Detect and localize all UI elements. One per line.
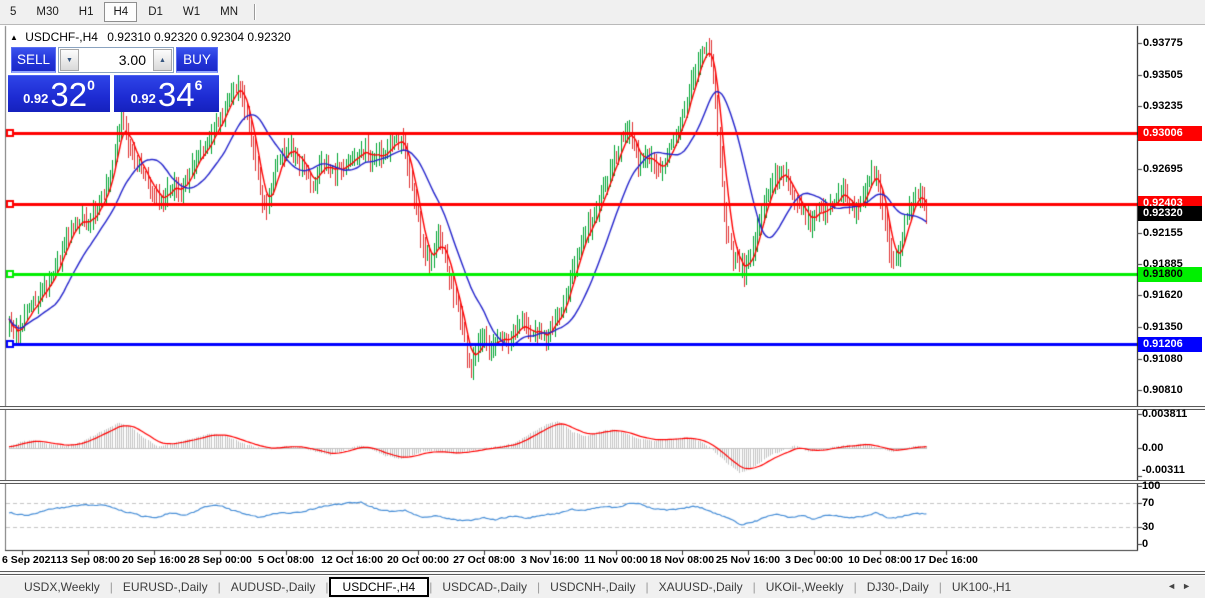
timeframe-button-h1[interactable]: H1	[70, 2, 103, 22]
volume-spinner: ▼ 3.00 ▲	[58, 47, 174, 73]
chart-tab-bar: USDX,Weekly|EURUSD-,Daily|AUDUSD-,Daily|…	[0, 575, 1205, 598]
chart-tab-audusd-daily[interactable]: AUDUSD-,Daily	[221, 578, 326, 596]
tab-scroll-left-button[interactable]: ◄	[1167, 581, 1182, 591]
timeframe-button-h4[interactable]: H4	[104, 2, 137, 22]
timeframe-button-mn[interactable]: MN	[211, 2, 247, 22]
chart-tab-usdchf-h4[interactable]: USDCHF-,H4	[329, 577, 430, 597]
volume-increase-button[interactable]: ▲	[153, 49, 172, 71]
timeframe-button-5[interactable]: 5	[1, 2, 25, 22]
timeframe-toolbar: 5M30H1H4D1W1MN	[0, 0, 1205, 25]
buy-button[interactable]: BUY	[176, 47, 218, 73]
chart-tab-xauusd-daily[interactable]: XAUUSD-,Daily	[649, 578, 753, 596]
sell-price-prefix: 0.92	[23, 91, 48, 106]
sell-price-pipette: 0	[87, 77, 95, 93]
chart-symbol-label: USDCHF-,H4	[25, 30, 98, 44]
timeframe-button-w1[interactable]: W1	[174, 2, 209, 22]
chart-ohlc-header: ▲ USDCHF-,H4 0.92310 0.92320 0.92304 0.9…	[10, 30, 291, 44]
mt4-window: 5M30H1H4D1W1MN ▲ USDCHF-,H4 0.92310 0.92…	[0, 0, 1205, 598]
pane-separator[interactable]	[0, 480, 1205, 484]
chart-tab-usdcad-daily[interactable]: USDCAD-,Daily	[432, 578, 537, 596]
buy-button-label: BUY	[183, 52, 211, 67]
one-click-trading-panel: SELL ▼ 3.00 ▲ BUY 0.92 32 0 0.92 34 6	[8, 45, 220, 113]
volume-decrease-button[interactable]: ▼	[60, 49, 79, 71]
sell-button-label: SELL	[17, 52, 50, 67]
buy-price-prefix: 0.92	[131, 91, 156, 106]
tab-scroll-right-button[interactable]: ►	[1182, 581, 1197, 591]
buy-price-pipette: 6	[195, 77, 203, 93]
volume-input[interactable]: 3.00	[80, 48, 152, 72]
chart-tab-uk100-h1[interactable]: UK100-,H1	[942, 578, 1021, 596]
chart-tab-eurusd-daily[interactable]: EURUSD-,Daily	[113, 578, 218, 596]
pane-separator[interactable]	[0, 406, 1205, 410]
tab-scroll-arrows: ◄►	[1167, 581, 1197, 591]
buy-price-display[interactable]: 0.92 34 6	[114, 75, 219, 112]
chart-tab-usdx-weekly[interactable]: USDX,Weekly	[14, 578, 110, 596]
toolbar-separator	[254, 4, 256, 20]
sell-price-big-digits: 32	[50, 81, 87, 109]
collapse-panel-icon[interactable]: ▲	[10, 33, 18, 42]
chart-tab-usdcnh-daily[interactable]: USDCNH-,Daily	[540, 578, 645, 596]
timeframe-button-m30[interactable]: M30	[27, 2, 67, 22]
sell-button[interactable]: SELL	[11, 47, 56, 73]
buy-price-big-digits: 34	[158, 81, 195, 109]
sell-price-display[interactable]: 0.92 32 0	[8, 75, 110, 112]
chart-tab-dj30-daily[interactable]: DJ30-,Daily	[857, 578, 939, 596]
chart-ohlc-values: 0.92310 0.92320 0.92304 0.92320	[107, 30, 291, 44]
timeframe-button-d1[interactable]: D1	[139, 2, 172, 22]
chart-tab-ukoil-weekly[interactable]: UKOil-,Weekly	[756, 578, 854, 596]
